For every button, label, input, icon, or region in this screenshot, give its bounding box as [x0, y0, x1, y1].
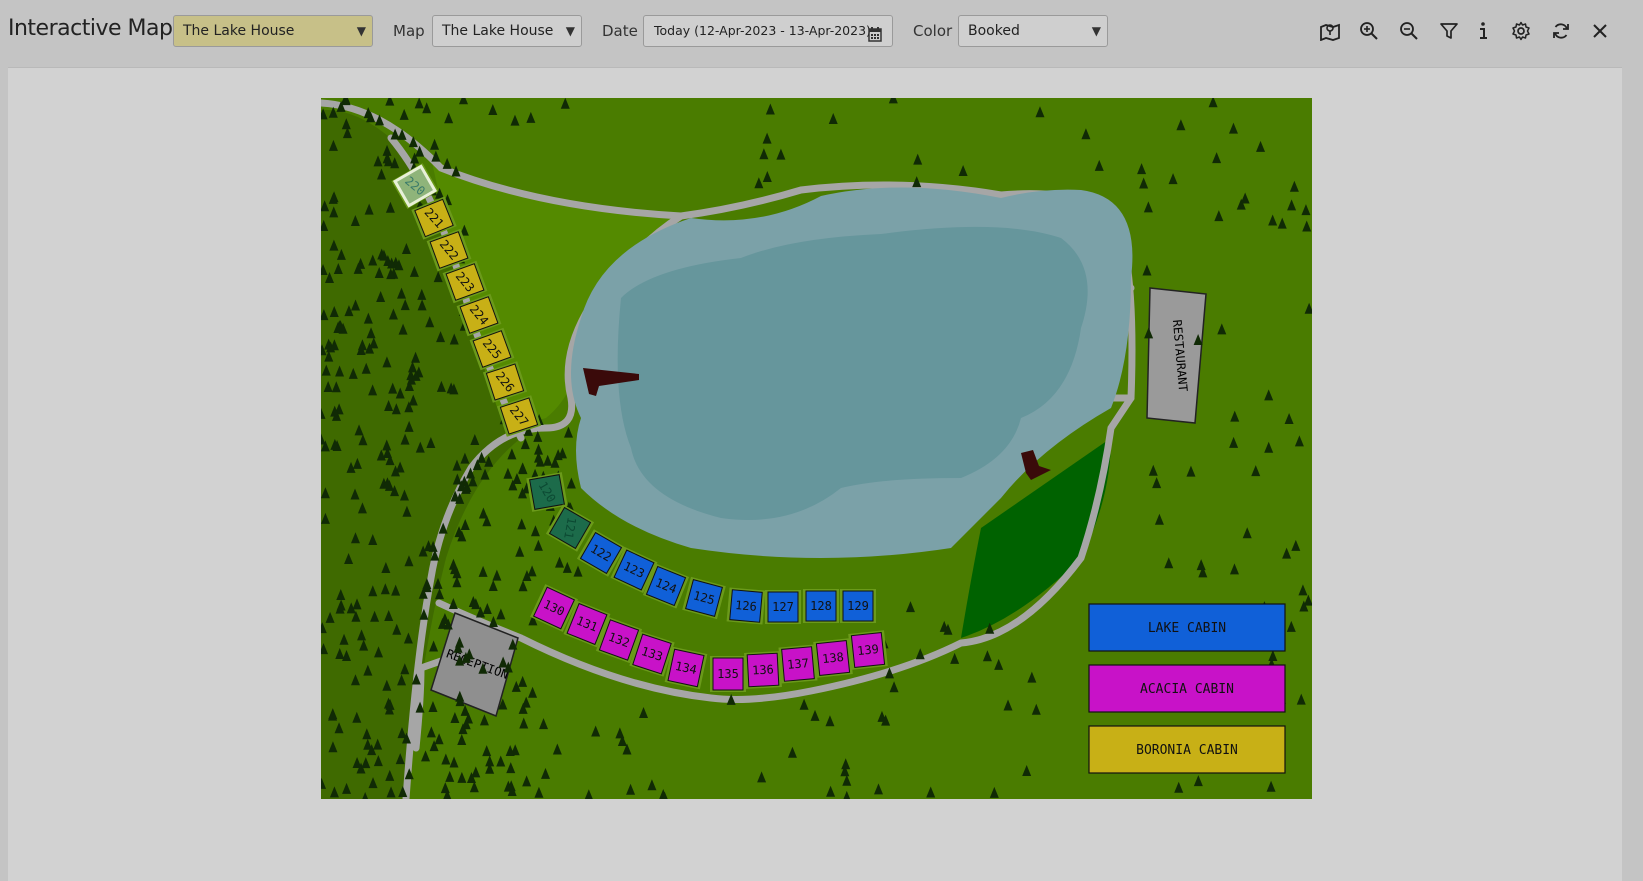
settings-gear-icon[interactable] [1507, 17, 1535, 45]
cabin-unit-134[interactable]: 134 [664, 646, 708, 690]
close-icon[interactable] [1586, 17, 1614, 45]
map-select[interactable]: The Lake House ▼ [432, 15, 582, 47]
calendar-icon[interactable] [868, 23, 882, 53]
chevron-down-icon: ▼ [1091, 24, 1101, 38]
page-title: Interactive Map [8, 16, 173, 41]
legend-item: LAKE CABIN [1088, 603, 1286, 652]
svg-text:136: 136 [752, 662, 774, 677]
color-select-value: Booked [968, 23, 1020, 39]
chevron-down-icon: ▼ [356, 24, 366, 38]
cabin-unit-137[interactable]: 137 [778, 644, 818, 684]
filter-icon[interactable] [1435, 17, 1463, 45]
zoom-out-icon[interactable] [1395, 17, 1423, 45]
toolbar: Interactive Map The Lake House ▼ Map The… [0, 0, 1643, 64]
cabin-unit-128[interactable]: 128 [803, 589, 839, 623]
date-label: Date [602, 22, 638, 40]
refresh-icon[interactable] [1547, 17, 1575, 45]
svg-text:139: 139 [856, 642, 879, 658]
svg-text:126: 126 [735, 598, 758, 614]
cabin-unit-126[interactable]: 126 [726, 587, 766, 625]
svg-text:127: 127 [772, 600, 794, 614]
interactive-map[interactable]: RESTAURANT RECEPTION 220 221 222 223 224 225 2… [316, 92, 1314, 804]
map-legend: LAKE CABIN ACACIA CABIN BORONIA CABIN [1088, 603, 1286, 774]
map-select-value: The Lake House [442, 23, 554, 39]
legend-label: ACACIA CABIN [1140, 682, 1234, 697]
property-select-value: The Lake House [183, 23, 295, 39]
map-icon[interactable] [1316, 17, 1344, 45]
cabin-unit-129[interactable]: 129 [840, 589, 876, 623]
svg-text:135: 135 [717, 667, 739, 681]
info-icon[interactable] [1469, 17, 1497, 45]
svg-text:128: 128 [810, 599, 832, 613]
cabin-unit-136[interactable]: 136 [744, 651, 782, 689]
svg-text:129: 129 [847, 599, 869, 613]
color-label: Color [913, 22, 953, 40]
legend-item: BORONIA CABIN [1088, 725, 1286, 774]
legend-label: BORONIA CABIN [1136, 743, 1238, 758]
zoom-in-icon[interactable] [1355, 17, 1383, 45]
date-range-value: Today (12-Apr-2023 - 13-Apr-2023) [654, 23, 871, 38]
property-select[interactable]: The Lake House ▼ [173, 15, 373, 47]
cabin-unit-138[interactable]: 138 [813, 638, 853, 678]
cabin-unit-139[interactable]: 139 [848, 630, 888, 670]
cabin-unit-127[interactable]: 127 [765, 590, 801, 624]
chevron-down-icon: ▼ [565, 24, 575, 38]
color-select[interactable]: Booked ▼ [958, 15, 1108, 47]
svg-text:138: 138 [821, 650, 844, 666]
svg-text:137: 137 [787, 656, 810, 672]
restaurant-building: RESTAURANT [1146, 287, 1207, 424]
legend-item: ACACIA CABIN [1088, 664, 1286, 713]
map-label: Map [393, 22, 425, 40]
cabin-unit-135[interactable]: 135 [710, 656, 746, 692]
date-range-field[interactable]: Today (12-Apr-2023 - 13-Apr-2023) [643, 15, 893, 47]
cabin-unit-120[interactable]: 120 [526, 472, 568, 512]
legend-label: LAKE CABIN [1148, 621, 1226, 636]
